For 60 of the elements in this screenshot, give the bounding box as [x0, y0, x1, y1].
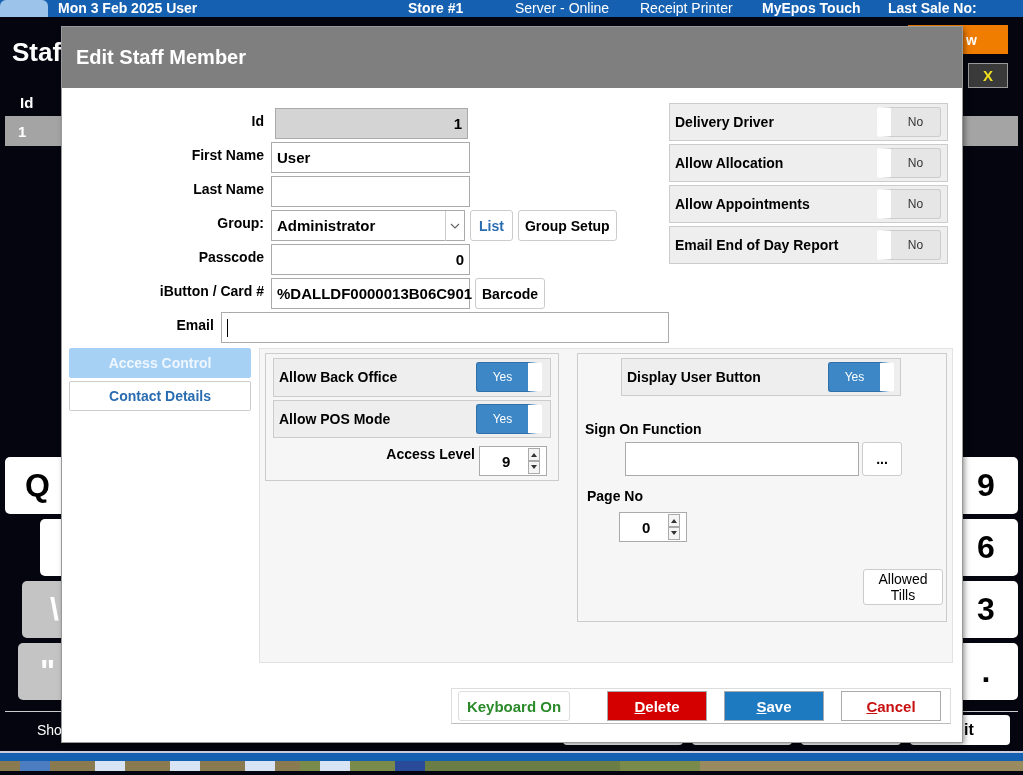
status-text: Receipt Printer — [640, 0, 734, 17]
spinner-arrows-icon — [668, 514, 680, 540]
menu-tab[interactable] — [0, 0, 48, 17]
field-label: iButton / Card # — [158, 282, 264, 299]
toggle-switch[interactable]: No — [877, 189, 941, 219]
group-dropdown[interactable]: Administrator — [271, 210, 465, 241]
field-label: Id — [250, 112, 264, 129]
field-label: Sign On Function — [585, 421, 703, 437]
option-label: Email End of Day Report — [675, 237, 839, 253]
form-button[interactable]: Barcode — [475, 278, 546, 309]
toggle-switch[interactable]: No — [877, 230, 941, 260]
option-label: Allow Back Office — [279, 369, 398, 386]
toggle-switch[interactable]: No — [877, 148, 941, 178]
spinner-arrows-icon — [528, 448, 540, 474]
action-button[interactable]: Cancel — [841, 691, 941, 721]
field-label: Email — [175, 316, 214, 333]
option-label: Delivery Driver — [675, 114, 774, 130]
field-label: Last Name — [192, 180, 264, 197]
status-text: Mon 3 Feb 2025 User — [58, 0, 199, 17]
number-spinner[interactable]: 0 — [619, 512, 687, 542]
footer-text: Sho — [37, 722, 62, 738]
input-field[interactable] — [271, 176, 470, 207]
field-label: Passcode — [197, 248, 264, 265]
toggle-switch[interactable]: No — [877, 107, 941, 137]
input-field[interactable]: User — [271, 142, 470, 173]
option-label: Allow POS Mode — [279, 410, 391, 427]
field-label: Group: — [216, 214, 264, 231]
input-field[interactable] — [625, 442, 859, 476]
toggle-switch[interactable]: Yes — [476, 403, 542, 434]
toggle-switch[interactable]: Yes — [476, 362, 542, 393]
field-label: Access Level — [386, 446, 475, 462]
form-button[interactable]: Group Setup — [517, 210, 617, 241]
input-field[interactable] — [220, 312, 669, 343]
browse-button[interactable]: ... — [862, 442, 902, 476]
field-label: First Name — [190, 146, 264, 163]
number-spinner[interactable]: 9 — [479, 446, 547, 476]
input-field[interactable]: 0 — [271, 244, 470, 275]
chevron-down-icon — [445, 210, 460, 241]
tab[interactable]: Contact Details — [69, 381, 251, 411]
dialog-title: Edit Staff Member — [62, 27, 962, 88]
close-button[interactable]: X — [968, 63, 1008, 88]
action-button[interactable]: Delete — [607, 691, 707, 721]
status-text: Last Sale No: — [888, 0, 977, 17]
status-text: Store #1 — [408, 0, 465, 17]
allowed-tills-button[interactable]: Allowed Tills — [863, 569, 943, 605]
status-text: Server - Online — [515, 0, 611, 17]
form-button[interactable]: List — [470, 210, 513, 241]
option-label: Display User Button — [627, 369, 761, 385]
option-label: Allow Appointments — [675, 196, 810, 212]
option-label: Allow Allocation — [675, 155, 784, 171]
table-cell: 1 — [18, 122, 27, 140]
toggle-switch[interactable]: Yes — [828, 362, 894, 392]
screen-title: Staf — [12, 37, 62, 67]
action-button[interactable]: Keyboard On — [458, 691, 570, 721]
field-label: Page No — [587, 488, 644, 504]
input-field[interactable]: %DALLDF0000013B06C901 — [271, 278, 470, 309]
id-field: 1 — [275, 108, 468, 139]
column-header: Id — [20, 93, 34, 111]
status-text: MyEpos Touch — [762, 0, 862, 17]
action-button[interactable]: Save — [724, 691, 824, 721]
